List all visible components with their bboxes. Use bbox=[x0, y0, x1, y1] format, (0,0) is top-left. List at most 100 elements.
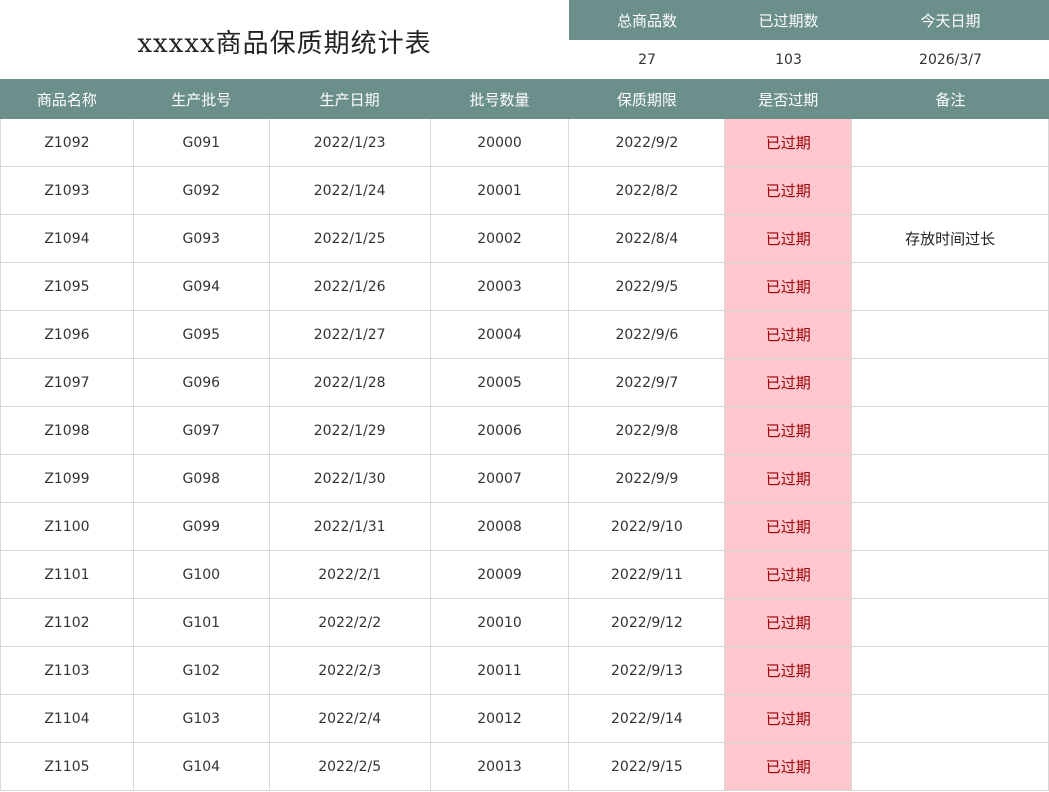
batch-number-cell[interactable]: G099 bbox=[133, 502, 270, 551]
expiry-date-cell[interactable]: 2022/9/8 bbox=[568, 406, 726, 455]
remarks-cell[interactable] bbox=[851, 358, 1049, 407]
batch-quantity-cell[interactable]: 20000 bbox=[430, 119, 570, 167]
production-date-cell[interactable]: 2022/2/2 bbox=[269, 598, 431, 647]
summary-value-total[interactable]: 27 bbox=[569, 40, 725, 79]
product-name-cell[interactable]: Z1097 bbox=[0, 358, 134, 407]
product-name-cell[interactable]: Z1096 bbox=[0, 310, 134, 359]
production-date-cell[interactable]: 2022/2/4 bbox=[269, 694, 431, 743]
production-date-cell[interactable]: 2022/1/30 bbox=[269, 454, 431, 503]
expiry-date-cell[interactable]: 2022/9/13 bbox=[568, 646, 726, 695]
expired-status-cell[interactable]: 已过期 bbox=[724, 742, 853, 791]
production-date-cell[interactable]: 2022/2/3 bbox=[269, 646, 431, 695]
expired-status-cell[interactable]: 已过期 bbox=[724, 694, 853, 743]
remarks-cell[interactable] bbox=[851, 454, 1049, 503]
expired-status-cell[interactable]: 已过期 bbox=[724, 166, 853, 215]
remarks-cell[interactable] bbox=[851, 406, 1049, 455]
batch-quantity-cell[interactable]: 20013 bbox=[430, 742, 570, 791]
column-header-batch-number[interactable]: 生产批号 bbox=[132, 79, 270, 119]
batch-quantity-cell[interactable]: 20007 bbox=[430, 454, 570, 503]
expired-status-cell[interactable]: 已过期 bbox=[724, 550, 853, 599]
column-header-remarks[interactable]: 备注 bbox=[851, 79, 1049, 119]
production-date-cell[interactable]: 2022/1/29 bbox=[269, 406, 431, 455]
batch-quantity-cell[interactable]: 20001 bbox=[430, 166, 570, 215]
product-name-cell[interactable]: Z1100 bbox=[0, 502, 134, 551]
product-name-cell[interactable]: Z1102 bbox=[0, 598, 134, 647]
product-name-cell[interactable]: Z1104 bbox=[0, 694, 134, 743]
production-date-cell[interactable]: 2022/2/5 bbox=[269, 742, 431, 791]
expiry-date-cell[interactable]: 2022/9/15 bbox=[568, 742, 726, 791]
batch-quantity-cell[interactable]: 20003 bbox=[430, 262, 570, 311]
expiry-date-cell[interactable]: 2022/8/4 bbox=[568, 214, 726, 263]
production-date-cell[interactable]: 2022/2/1 bbox=[269, 550, 431, 599]
batch-quantity-cell[interactable]: 20012 bbox=[430, 694, 570, 743]
expired-status-cell[interactable]: 已过期 bbox=[724, 310, 853, 359]
production-date-cell[interactable]: 2022/1/23 bbox=[269, 119, 431, 167]
remarks-cell[interactable] bbox=[851, 310, 1049, 359]
expiry-date-cell[interactable]: 2022/9/7 bbox=[568, 358, 726, 407]
expired-status-cell[interactable]: 已过期 bbox=[724, 214, 853, 263]
expired-status-cell[interactable]: 已过期 bbox=[724, 502, 853, 551]
remarks-cell[interactable]: 存放时间过长 bbox=[851, 214, 1049, 263]
batch-number-cell[interactable]: G093 bbox=[133, 214, 270, 263]
expiry-date-cell[interactable]: 2022/9/12 bbox=[568, 598, 726, 647]
batch-quantity-cell[interactable]: 20006 bbox=[430, 406, 570, 455]
expired-status-cell[interactable]: 已过期 bbox=[724, 262, 853, 311]
batch-number-cell[interactable]: G092 bbox=[133, 166, 270, 215]
production-date-cell[interactable]: 2022/1/28 bbox=[269, 358, 431, 407]
batch-number-cell[interactable]: G097 bbox=[133, 406, 270, 455]
batch-number-cell[interactable]: G096 bbox=[133, 358, 270, 407]
production-date-cell[interactable]: 2022/1/27 bbox=[269, 310, 431, 359]
batch-quantity-cell[interactable]: 20009 bbox=[430, 550, 570, 599]
expired-status-cell[interactable]: 已过期 bbox=[724, 406, 853, 455]
expiry-date-cell[interactable]: 2022/8/2 bbox=[568, 166, 726, 215]
remarks-cell[interactable] bbox=[851, 166, 1049, 215]
batch-number-cell[interactable]: G100 bbox=[133, 550, 270, 599]
batch-number-cell[interactable]: G104 bbox=[133, 742, 270, 791]
column-header-expiry-date[interactable]: 保质期限 bbox=[568, 79, 725, 119]
expired-status-cell[interactable]: 已过期 bbox=[724, 119, 853, 167]
remarks-cell[interactable] bbox=[851, 598, 1049, 647]
remarks-cell[interactable] bbox=[851, 694, 1049, 743]
batch-quantity-cell[interactable]: 20008 bbox=[430, 502, 570, 551]
product-name-cell[interactable]: Z1092 bbox=[0, 119, 134, 167]
product-name-cell[interactable]: Z1103 bbox=[0, 646, 134, 695]
product-name-cell[interactable]: Z1098 bbox=[0, 406, 134, 455]
product-name-cell[interactable]: Z1093 bbox=[0, 166, 134, 215]
batch-quantity-cell[interactable]: 20002 bbox=[430, 214, 570, 263]
batch-quantity-cell[interactable]: 20010 bbox=[430, 598, 570, 647]
summary-value-expired[interactable]: 103 bbox=[725, 40, 852, 79]
column-header-product-name[interactable]: 商品名称 bbox=[0, 79, 134, 119]
expiry-date-cell[interactable]: 2022/9/10 bbox=[568, 502, 726, 551]
expiry-date-cell[interactable]: 2022/9/9 bbox=[568, 454, 726, 503]
column-header-batch-quantity[interactable]: 批号数量 bbox=[429, 79, 569, 119]
batch-quantity-cell[interactable]: 20005 bbox=[430, 358, 570, 407]
remarks-cell[interactable] bbox=[851, 119, 1049, 167]
production-date-cell[interactable]: 2022/1/24 bbox=[269, 166, 431, 215]
batch-number-cell[interactable]: G101 bbox=[133, 598, 270, 647]
expired-status-cell[interactable]: 已过期 bbox=[724, 598, 853, 647]
product-name-cell[interactable]: Z1095 bbox=[0, 262, 134, 311]
batch-number-cell[interactable]: G094 bbox=[133, 262, 270, 311]
expiry-date-cell[interactable]: 2022/9/2 bbox=[568, 119, 726, 167]
batch-number-cell[interactable]: G103 bbox=[133, 694, 270, 743]
column-header-production-date[interactable]: 生产日期 bbox=[268, 79, 431, 119]
remarks-cell[interactable] bbox=[851, 502, 1049, 551]
production-date-cell[interactable]: 2022/1/25 bbox=[269, 214, 431, 263]
summary-value-today[interactable]: 2026/3/7 bbox=[852, 40, 1049, 79]
batch-number-cell[interactable]: G098 bbox=[133, 454, 270, 503]
expired-status-cell[interactable]: 已过期 bbox=[724, 454, 853, 503]
batch-number-cell[interactable]: G091 bbox=[133, 119, 270, 167]
product-name-cell[interactable]: Z1094 bbox=[0, 214, 134, 263]
remarks-cell[interactable] bbox=[851, 742, 1049, 791]
column-header-expired-status[interactable]: 是否过期 bbox=[724, 79, 852, 119]
batch-number-cell[interactable]: G102 bbox=[133, 646, 270, 695]
remarks-cell[interactable] bbox=[851, 262, 1049, 311]
remarks-cell[interactable] bbox=[851, 550, 1049, 599]
expiry-date-cell[interactable]: 2022/9/14 bbox=[568, 694, 726, 743]
expiry-date-cell[interactable]: 2022/9/5 bbox=[568, 262, 726, 311]
product-name-cell[interactable]: Z1105 bbox=[0, 742, 134, 791]
product-name-cell[interactable]: Z1099 bbox=[0, 454, 134, 503]
production-date-cell[interactable]: 2022/1/31 bbox=[269, 502, 431, 551]
expired-status-cell[interactable]: 已过期 bbox=[724, 358, 853, 407]
production-date-cell[interactable]: 2022/1/26 bbox=[269, 262, 431, 311]
